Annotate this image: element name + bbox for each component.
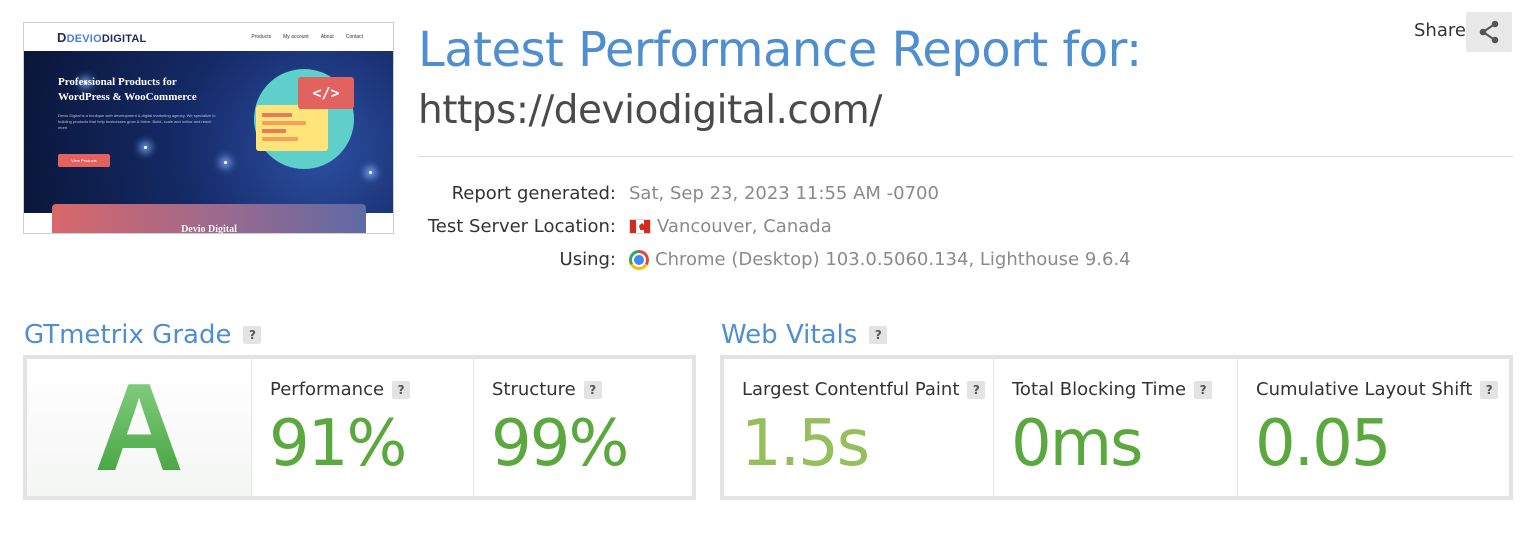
chrome-icon — [629, 249, 649, 270]
cls-value: 0.05 — [1255, 407, 1391, 481]
using-value: Chrome (Desktop) 103.0.5060.134, Lightho… — [629, 249, 1131, 270]
gtmetrix-grade-panel: A Performance ? 91% Structure ? 99% — [23, 355, 696, 500]
server-location-label: Test Server Location: — [427, 216, 616, 237]
structure-value: 99% — [491, 407, 629, 481]
cls-label: Cumulative Layout Shift ? — [1256, 379, 1499, 400]
report-generated-value: Sat, Sep 23, 2023 11:55 AM -0700 — [629, 183, 939, 204]
lcp-cell: Largest Contentful Paint ? 1.5s — [724, 359, 994, 496]
thumbnail-logo-letter: D — [57, 30, 67, 45]
thumbnail-hero: Professional Products for WordPress & Wo… — [24, 51, 393, 213]
thumbnail-card-text: Devio Digital — [181, 224, 237, 234]
using-text: Chrome (Desktop) 103.0.5060.134, Lightho… — [655, 249, 1131, 270]
structure-label: Structure ? — [492, 379, 602, 400]
thumbnail-logo: DDEVIODIGITAL — [57, 30, 146, 45]
cls-cell: Cumulative Layout Shift ? 0.05 — [1238, 359, 1509, 496]
share-icon — [1479, 20, 1499, 44]
cls-help-icon[interactable]: ? — [1480, 380, 1499, 399]
web-vitals-title: Web Vitals — [721, 320, 858, 350]
server-location-value: Vancouver, Canada — [629, 216, 832, 237]
gtmetrix-grade-help-icon[interactable]: ? — [243, 326, 262, 344]
performance-label: Performance ? — [270, 379, 411, 400]
performance-value: 91% — [269, 407, 407, 481]
performance-cell: Performance ? 91% — [252, 359, 474, 496]
structure-label-text: Structure — [492, 379, 576, 400]
grade-cell: A — [27, 359, 252, 497]
lcp-value: 1.5s — [741, 407, 870, 481]
thumbnail-nav-link: About — [320, 34, 334, 40]
cls-label-text: Cumulative Layout Shift — [1256, 379, 1473, 400]
thumbnail-hero-title: Professional Products for WordPress & Wo… — [58, 76, 197, 103]
thumbnail-sparkle — [144, 146, 147, 149]
performance-label-text: Performance — [270, 379, 385, 400]
gtmetrix-grade-title: GTmetrix Grade — [24, 320, 232, 350]
tbt-label: Total Blocking Time ? — [1012, 379, 1213, 400]
lcp-help-icon[interactable]: ? — [967, 380, 986, 399]
tbt-label-text: Total Blocking Time — [1012, 379, 1187, 400]
structure-cell: Structure ? 99% — [474, 359, 692, 496]
grade-letter: A — [27, 359, 251, 497]
site-screenshot-thumbnail[interactable]: DDEVIODIGITAL Products My account About … — [23, 22, 394, 234]
share-button[interactable] — [1466, 12, 1512, 52]
thumbnail-illustration-screen — [256, 105, 328, 151]
thumbnail-nav-link: Products — [251, 34, 272, 40]
thumbnail-code-icon: </> — [298, 77, 354, 109]
tbt-cell: Total Blocking Time ? 0ms — [994, 359, 1238, 496]
thumbnail-navbar: DDEVIODIGITAL Products My account About … — [24, 23, 393, 51]
thumbnail-nav-links: Products My account About Contact — [251, 34, 363, 40]
report-title: Latest Performance Report for: — [418, 22, 1142, 78]
web-vitals-panel: Largest Contentful Paint ? 1.5s Total Bl… — [720, 355, 1513, 500]
lcp-label-text: Largest Contentful Paint — [742, 379, 960, 400]
thumbnail-hero-body: Devio Digital is a boutique web developm… — [58, 113, 216, 130]
report-url-link[interactable]: https://deviodigital.com/ — [418, 88, 882, 133]
thumbnail-sparkle — [224, 161, 227, 164]
share-label[interactable]: Share — [1414, 20, 1466, 41]
thumbnail-logo-text-b: DIGITAL — [101, 33, 147, 45]
server-location-text: Vancouver, Canada — [657, 216, 832, 237]
canada-flag-icon — [629, 219, 651, 234]
report-generated-text: Sat, Sep 23, 2023 11:55 AM -0700 — [629, 183, 939, 204]
thumbnail-nav-link: My account — [283, 34, 309, 40]
using-label: Using: — [559, 249, 616, 270]
performance-help-icon[interactable]: ? — [392, 380, 411, 399]
gtmetrix-grade-heading: GTmetrix Grade ? — [24, 320, 262, 350]
thumbnail-logo-text-a: DEVIO — [66, 33, 102, 45]
web-vitals-help-icon[interactable]: ? — [869, 326, 888, 344]
structure-help-icon[interactable]: ? — [583, 380, 602, 399]
header-divider — [418, 156, 1513, 157]
thumbnail-hero-button: View Products — [58, 154, 110, 167]
tbt-help-icon[interactable]: ? — [1194, 380, 1213, 399]
thumbnail-sparkle — [369, 171, 372, 174]
thumbnail-card: Devio Digital — [52, 204, 366, 234]
thumbnail-nav-link: Contact — [345, 34, 363, 40]
web-vitals-heading: Web Vitals ? — [721, 320, 888, 350]
lcp-label: Largest Contentful Paint ? — [742, 379, 986, 400]
tbt-value: 0ms — [1011, 407, 1143, 481]
grade-letter-text: A — [94, 359, 184, 497]
report-generated-label: Report generated: — [451, 183, 616, 204]
